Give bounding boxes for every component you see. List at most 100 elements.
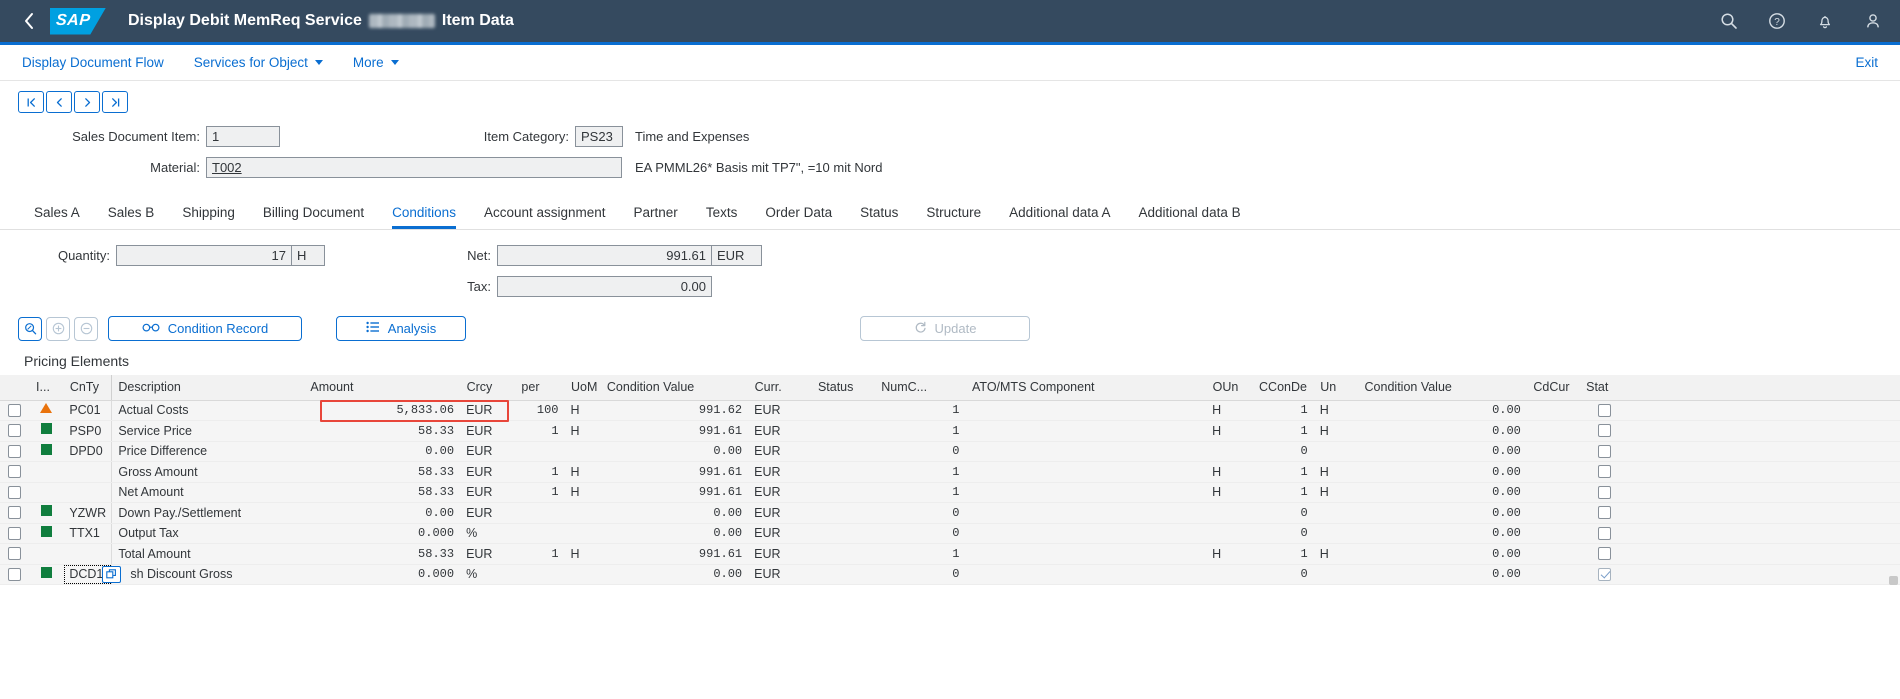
cell-condition-value-2[interactable]: 0.00 — [1358, 543, 1527, 565]
cell-uom[interactable]: H — [564, 400, 601, 421]
cell-un[interactable] — [1313, 523, 1359, 544]
table-row[interactable]: Gross Amount 58.33 EUR 1 H 991.61 EUR 1 H 1 H 0.00 — [0, 461, 1900, 483]
cell-cconde[interactable]: 0 — [1252, 441, 1314, 462]
action-display-document-flow[interactable]: Display Document Flow — [22, 55, 164, 70]
cell-cnty[interactable]: PSP0 — [63, 420, 113, 442]
tab-shipping[interactable]: Shipping — [168, 205, 249, 229]
cell-crcy[interactable]: % — [460, 523, 515, 544]
cell-status[interactable] — [811, 564, 875, 585]
cell-condition-value[interactable]: 0.00 — [600, 441, 749, 462]
cell-amount[interactable]: 0.000 — [303, 564, 461, 585]
user-avatar-icon[interactable] — [1862, 10, 1884, 32]
cell-uom[interactable]: H — [564, 461, 601, 483]
stat-checkbox[interactable] — [1598, 444, 1612, 458]
cell-per[interactable]: 1 — [514, 461, 565, 483]
cell-numc[interactable]: 1 — [874, 461, 966, 483]
cell-per[interactable] — [514, 502, 565, 524]
cell-condition-value-2[interactable]: 0.00 — [1358, 482, 1527, 503]
stat-checkbox[interactable] — [1598, 506, 1612, 520]
cell-ato-mts-component[interactable] — [965, 502, 1207, 524]
cell-cdcur[interactable] — [1526, 502, 1580, 524]
cell-condition-value[interactable]: 0.00 — [600, 564, 749, 585]
row-select-cell[interactable] — [0, 564, 30, 585]
row-select-checkbox[interactable] — [8, 424, 22, 438]
cell-curr[interactable]: EUR — [748, 441, 812, 462]
cell-condition-value-2[interactable]: 0.00 — [1358, 564, 1527, 585]
cell-status[interactable] — [811, 420, 875, 442]
cell-oun[interactable]: H — [1206, 420, 1253, 442]
value-help-icon[interactable] — [102, 565, 122, 583]
cell-cconde[interactable]: 0 — [1252, 564, 1314, 585]
row-select-cell[interactable] — [0, 400, 30, 421]
cell-numc[interactable]: 1 — [874, 420, 966, 442]
cell-cconde[interactable]: 1 — [1252, 543, 1314, 565]
cell-ato-mts-component[interactable] — [965, 420, 1207, 442]
cell-ato-mts-component[interactable] — [965, 564, 1207, 585]
col-condition-value-2[interactable]: Condition Value — [1358, 375, 1528, 401]
cell-status[interactable] — [811, 441, 875, 462]
cell-condition-value-2[interactable]: 0.00 — [1358, 400, 1527, 421]
tab-additional-data-a[interactable]: Additional data A — [995, 205, 1124, 229]
back-button[interactable] — [14, 6, 44, 36]
scrollbar-nub[interactable] — [1889, 576, 1898, 585]
action-more[interactable]: More — [353, 55, 399, 70]
cell-cconde[interactable]: 1 — [1252, 461, 1314, 483]
cell-un[interactable] — [1313, 502, 1359, 524]
table-row[interactable]: Net Amount 58.33 EUR 1 H 991.61 EUR 1 H 1 H 0.00 — [0, 482, 1900, 503]
stat-checkbox[interactable] — [1598, 403, 1612, 417]
cell-per[interactable]: 1 — [514, 420, 565, 442]
row-select-checkbox[interactable] — [8, 526, 22, 540]
cell-curr[interactable]: EUR — [748, 543, 812, 565]
cell-cnty[interactable] — [63, 482, 113, 503]
cell-description[interactable]: sh Discount Gross — [102, 564, 304, 585]
tab-order-data[interactable]: Order Data — [751, 205, 846, 229]
row-select-checkbox[interactable] — [8, 444, 22, 458]
cell-amount[interactable]: 0.000 — [303, 523, 461, 544]
cell-curr[interactable]: EUR — [748, 502, 812, 524]
cell-curr[interactable]: EUR — [748, 564, 812, 585]
row-select-cell[interactable] — [0, 461, 30, 483]
cell-condition-value[interactable]: 0.00 — [600, 523, 749, 544]
cell-oun[interactable]: H — [1206, 400, 1253, 421]
cell-stat[interactable] — [1579, 400, 1631, 421]
cell-stat[interactable] — [1579, 420, 1631, 442]
cell-status[interactable] — [811, 461, 875, 483]
tab-conditions[interactable]: Conditions — [378, 205, 470, 229]
cell-ato-mts-component[interactable] — [965, 523, 1207, 544]
table-row[interactable]: PSP0 Service Price 58.33 EUR 1 H 991.61 EUR 1 H 1 H… — [0, 420, 1900, 442]
sales-document-item-field[interactable]: 1 — [206, 126, 280, 147]
col-stat[interactable]: Stat — [1579, 375, 1631, 401]
row-select-cell[interactable] — [0, 502, 30, 524]
cell-un[interactable]: H — [1313, 543, 1359, 565]
stat-checkbox[interactable] — [1598, 526, 1612, 540]
col-numc[interactable]: NumC... — [874, 375, 966, 401]
stat-checkbox[interactable] — [1598, 547, 1612, 561]
cell-description[interactable]: Gross Amount — [111, 461, 304, 483]
net-field[interactable]: 991.61 — [497, 245, 712, 266]
col-condition-value[interactable]: Condition Value — [600, 375, 749, 401]
col-uom[interactable]: UoM — [564, 375, 601, 401]
cell-ato-mts-component[interactable] — [965, 461, 1207, 483]
col-ato-mts-component[interactable]: ATO/MTS Component — [965, 375, 1207, 401]
table-row[interactable]: Total Amount 58.33 EUR 1 H 991.61 EUR 1 H 1 H 0.00 — [0, 543, 1900, 565]
update-button[interactable]: Update — [860, 316, 1030, 341]
cell-cnty[interactable] — [63, 543, 113, 565]
cell-cdcur[interactable] — [1526, 523, 1580, 544]
analysis-button[interactable]: Analysis — [336, 316, 466, 341]
row-select-checkbox[interactable] — [8, 547, 22, 561]
quantity-field[interactable]: 17 — [116, 245, 292, 266]
row-select-cell[interactable] — [0, 543, 30, 565]
cell-status[interactable] — [811, 543, 875, 565]
cell-ato-mts-component[interactable] — [965, 482, 1207, 503]
cell-oun[interactable] — [1206, 502, 1253, 524]
cell-cdcur[interactable] — [1526, 441, 1580, 462]
stat-checkbox[interactable] — [1598, 424, 1612, 438]
tab-sales-b[interactable]: Sales B — [94, 205, 169, 229]
col-cconde[interactable]: CConDe — [1252, 375, 1315, 401]
cell-cdcur[interactable] — [1526, 400, 1580, 421]
nav-last-icon[interactable] — [102, 91, 128, 113]
cell-cnty[interactable]: DPD0 — [63, 441, 113, 462]
cell-curr[interactable]: EUR — [748, 523, 812, 544]
cell-status[interactable] — [811, 523, 875, 544]
cell-cconde[interactable]: 0 — [1252, 502, 1314, 524]
